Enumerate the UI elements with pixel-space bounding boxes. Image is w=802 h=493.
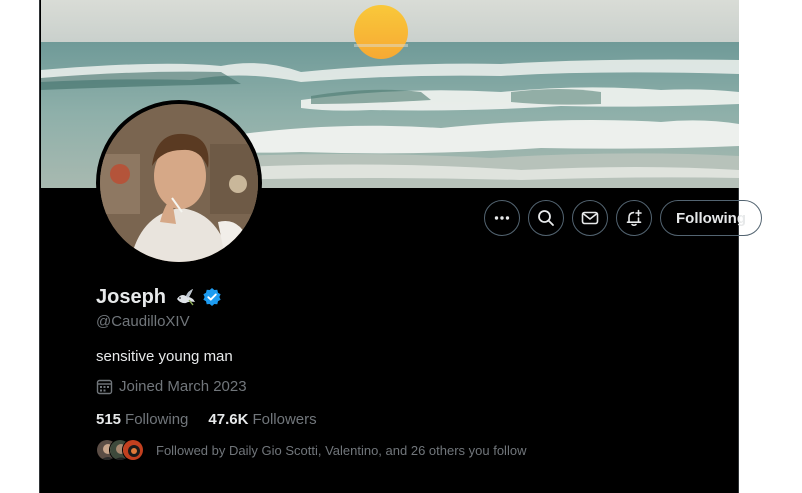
following-count-link[interactable]: 515 Following <box>96 411 188 428</box>
mail-icon <box>581 211 599 225</box>
more-button[interactable] <box>484 200 520 236</box>
followers-count-link[interactable]: 47.6K Followers <box>208 411 316 428</box>
joined-date: Joined March 2023 <box>96 378 247 395</box>
joined-label: Joined March 2023 <box>119 378 247 395</box>
followed-by-text: Followed by Daily Gio Scotti, Valentino,… <box>156 442 527 458</box>
following-count: 515 <box>96 411 122 428</box>
profile-avatar[interactable] <box>96 100 262 266</box>
followed-by-avatars <box>96 438 146 462</box>
more-icon <box>494 216 510 220</box>
notify-button[interactable] <box>616 200 652 236</box>
verified-badge-icon[interactable] <box>202 287 222 307</box>
calendar-icon <box>96 378 113 395</box>
following-button[interactable]: Following <box>660 200 762 236</box>
profile-bio: sensitive young man <box>96 348 233 365</box>
dove-emoji-icon <box>175 287 197 307</box>
followed-by-row[interactable]: Followed by Daily Gio Scotti, Valentino,… <box>96 438 526 462</box>
following-label: Following <box>125 411 189 428</box>
search-button[interactable] <box>528 200 564 236</box>
bell-plus-icon <box>626 209 642 226</box>
display-name: Joseph <box>96 285 167 308</box>
followers-label: Followers <box>252 411 317 428</box>
stats-row: 515 Following 47.6K Followers <box>96 411 317 428</box>
page: Following Joseph @CaudilloXIV sensitive … <box>0 0 802 493</box>
profile-handle: @CaudilloXIV <box>96 313 190 330</box>
followers-count: 47.6K <box>208 411 249 428</box>
search-icon <box>538 210 554 226</box>
message-button[interactable] <box>572 200 608 236</box>
avatar <box>122 439 144 461</box>
name-row: Joseph <box>96 284 222 310</box>
profile-column: Following Joseph @CaudilloXIV sensitive … <box>39 0 762 493</box>
